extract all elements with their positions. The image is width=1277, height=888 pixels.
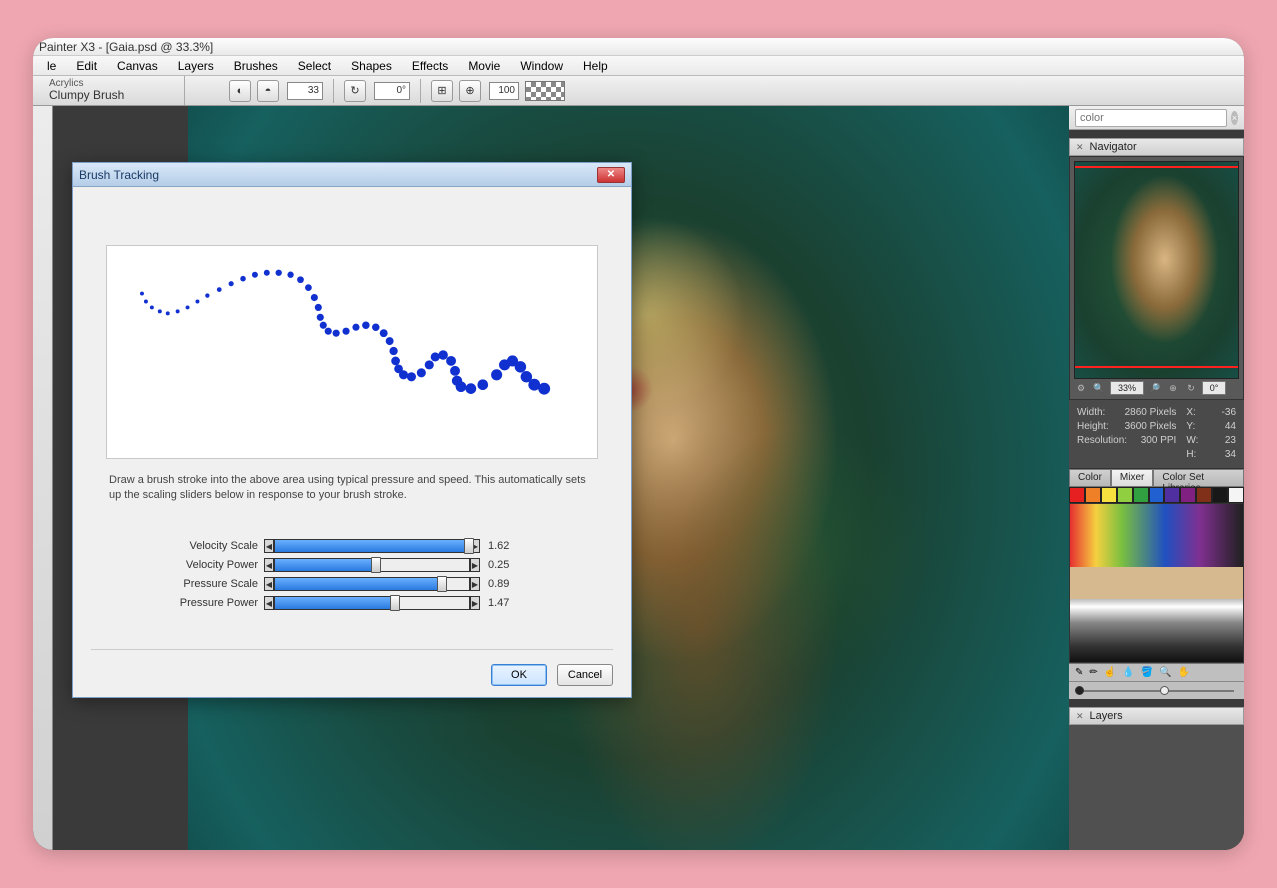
mixer-hand-icon[interactable]: ✋: [1178, 667, 1190, 678]
slider-inc-icon[interactable]: ▶: [470, 596, 480, 610]
opacity-icon[interactable]: ◓: [257, 80, 279, 102]
nav-rotate-icon[interactable]: ↻: [1184, 381, 1198, 395]
slider-inc-icon[interactable]: ▶: [470, 577, 480, 591]
menu-shapes[interactable]: Shapes: [343, 57, 400, 75]
search-input[interactable]: [1075, 109, 1227, 127]
menu-help[interactable]: Help: [575, 57, 616, 75]
slider-track[interactable]: [274, 558, 470, 572]
slider-velocity-scale: Velocity Scale◀▶1.62: [152, 537, 552, 556]
dialog-title-bar[interactable]: Brush Tracking ✕: [73, 163, 631, 187]
clear-search-icon[interactable]: ×: [1231, 111, 1238, 125]
vertical-toolbar[interactable]: [33, 106, 53, 850]
brush-name: Clumpy Brush: [49, 89, 184, 102]
size-icon[interactable]: ◐: [229, 80, 251, 102]
menu-layers[interactable]: Layers: [170, 57, 222, 75]
canvas-info: Width:2860 Pixels Height:3600 Pixels Res…: [1069, 400, 1244, 469]
nav-zoom-out-icon[interactable]: 🔍: [1092, 381, 1106, 395]
slider-track[interactable]: [274, 577, 470, 591]
navigator-panel: ⚙ 🔍 33% 🔎 ⊕ ↻ 0°: [1069, 156, 1244, 400]
search-bar: ×: [1069, 106, 1244, 130]
slider-track[interactable]: [274, 596, 470, 610]
swatch-row: [1069, 487, 1244, 503]
title-bar: Painter X3 - [Gaia.psd @ 33.3%]: [33, 38, 1244, 56]
nav-angle-value[interactable]: 0°: [1202, 381, 1226, 395]
swatch[interactable]: [1101, 487, 1117, 503]
nav-fit-icon[interactable]: ⊕: [1166, 381, 1180, 395]
menu-file[interactable]: le: [39, 57, 64, 75]
mixer-size-slider[interactable]: [1069, 681, 1244, 699]
mixer-bucket-icon[interactable]: 🪣: [1141, 667, 1153, 678]
menu-window[interactable]: Window: [512, 57, 571, 75]
swatch[interactable]: [1069, 487, 1085, 503]
layers-panel-title[interactable]: ✕ Layers: [1069, 707, 1244, 725]
tool-strip: Acrylics Clumpy Brush ◐ ◓ 33 ↻ 0° ⊞ ⊕ 10…: [33, 76, 1244, 106]
zoom-icon[interactable]: ⊕: [459, 80, 481, 102]
checker-preview: [525, 81, 565, 101]
mixer-brush2-icon[interactable]: ✏: [1089, 667, 1097, 678]
angle-icon[interactable]: ↻: [344, 80, 366, 102]
menu-canvas[interactable]: Canvas: [109, 57, 166, 75]
ok-button[interactable]: OK: [491, 664, 547, 686]
swatch[interactable]: [1085, 487, 1101, 503]
menu-brushes[interactable]: Brushes: [226, 57, 286, 75]
slider-inc-icon[interactable]: ▶: [470, 558, 480, 572]
slider-dec-icon[interactable]: ◀: [264, 539, 274, 553]
sliders-group: Velocity Scale◀▶1.62Velocity Power◀▶0.25…: [152, 537, 552, 613]
cancel-button[interactable]: Cancel: [557, 664, 613, 686]
brush-angle-field[interactable]: 0°: [374, 82, 410, 100]
slider-dec-icon[interactable]: ◀: [264, 558, 274, 572]
slider-track[interactable]: [274, 539, 470, 553]
swatch[interactable]: [1196, 487, 1212, 503]
close-layers-icon[interactable]: ✕: [1076, 711, 1084, 722]
menu-effects[interactable]: Effects: [404, 57, 456, 75]
menu-select[interactable]: Select: [290, 57, 339, 75]
stroke-pad[interactable]: [106, 245, 598, 459]
brush-size-field[interactable]: 33: [287, 82, 323, 100]
mixer-finger-icon[interactable]: ☝: [1104, 667, 1116, 678]
right-panels: × ✕ Navigator ⚙ 🔍 33% 🔎 ⊕ ↻ 0°: [1069, 106, 1244, 850]
tab-mixer[interactable]: Mixer: [1111, 469, 1153, 487]
nav-settings-icon[interactable]: ⚙: [1074, 381, 1088, 395]
fit-icon[interactable]: ⊞: [431, 80, 453, 102]
navigator-panel-title[interactable]: ✕ Navigator: [1069, 138, 1244, 156]
tab-color-libraries[interactable]: Color Set Libraries: [1153, 469, 1244, 487]
brush-selector[interactable]: Acrylics Clumpy Brush: [33, 76, 185, 105]
slider-velocity-power: Velocity Power◀▶0.25: [152, 556, 552, 575]
menu-movie[interactable]: Movie: [460, 57, 508, 75]
mixer-brush-icon[interactable]: ✎: [1075, 667, 1083, 678]
swatch[interactable]: [1117, 487, 1133, 503]
dialog-instruction: Draw a brush stroke into the above area …: [109, 473, 595, 503]
swatch[interactable]: [1180, 487, 1196, 503]
brush-tracking-dialog: Brush Tracking ✕: [72, 162, 632, 698]
slider-dec-icon[interactable]: ◀: [264, 577, 274, 591]
color-tabs: Color Mixer Color Set Libraries: [1069, 469, 1244, 487]
zoom-field[interactable]: 100: [489, 82, 519, 100]
slider-pressure-power: Pressure Power◀▶1.47: [152, 594, 552, 613]
slider-pressure-scale: Pressure Scale◀▶0.89: [152, 575, 552, 594]
swatch[interactable]: [1212, 487, 1228, 503]
menu-edit[interactable]: Edit: [68, 57, 105, 75]
swatch[interactable]: [1228, 487, 1244, 503]
swatch[interactable]: [1149, 487, 1165, 503]
mixer-tools: ✎ ✏ ☝ 💧 🪣 🔍 ✋: [1069, 663, 1244, 681]
navigator-thumbnail[interactable]: [1074, 161, 1239, 379]
tab-color[interactable]: Color: [1069, 469, 1111, 487]
mixer-dropper-icon[interactable]: 💧: [1122, 667, 1134, 678]
swatch[interactable]: [1164, 487, 1180, 503]
dialog-title: Brush Tracking: [79, 168, 159, 182]
dialog-close-button[interactable]: ✕: [597, 167, 625, 183]
slider-dec-icon[interactable]: ◀: [264, 596, 274, 610]
mixer-pad[interactable]: [1069, 503, 1244, 663]
mixer-zoom-icon[interactable]: 🔍: [1159, 667, 1171, 678]
menu-bar: le Edit Canvas Layers Brushes Select Sha…: [33, 56, 1244, 76]
nav-zoom-in-icon[interactable]: 🔎: [1148, 381, 1162, 395]
swatch[interactable]: [1133, 487, 1149, 503]
close-panel-icon[interactable]: ✕: [1076, 142, 1084, 153]
nav-zoom-value[interactable]: 33%: [1110, 381, 1144, 395]
window-title: Painter X3 - [Gaia.psd @ 33.3%]: [39, 40, 213, 54]
app-window: Painter X3 - [Gaia.psd @ 33.3%] le Edit …: [33, 38, 1244, 850]
